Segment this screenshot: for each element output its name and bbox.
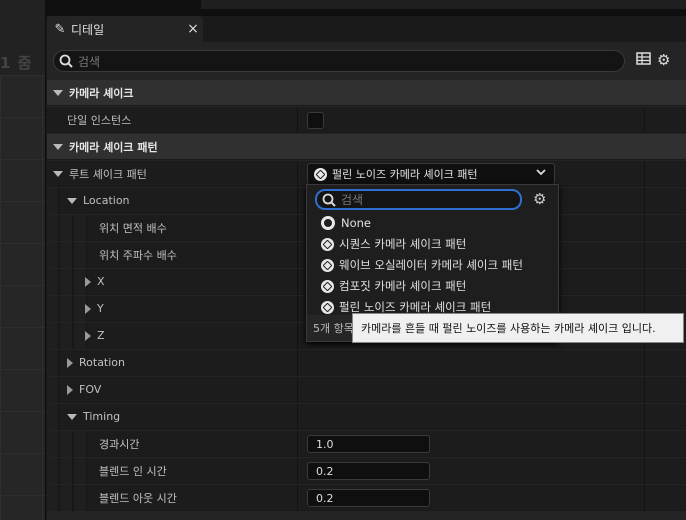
class-icon <box>321 279 334 293</box>
pencil-icon: ✎ <box>54 21 66 37</box>
dropdown-item-wave-oscillator[interactable]: 웨이브 오실레이터 카메라 셰이크 패턴 <box>321 255 523 275</box>
tooltip: 카메라를 흔들 때 펄린 노이즈를 사용하는 카메라 셰이크 입니다. <box>352 313 684 343</box>
details-tab[interactable]: ✎ 디테일 × <box>47 16 203 42</box>
combo-value: 펄린 노이즈 카메라 셰이크 패턴 <box>332 168 478 181</box>
settings-gear-icon[interactable]: ⚙ <box>657 51 670 70</box>
property-label: 블렌드 아웃 시간 <box>99 491 177 505</box>
dropdown-item-composite[interactable]: 컴포짓 카메라 셰이크 패턴 <box>321 276 466 296</box>
search-icon <box>317 193 341 207</box>
category-label: 카메라 셰이크 패턴 <box>69 140 158 154</box>
property-label: 블렌드 인 시간 <box>99 464 167 478</box>
viewport-grid <box>0 75 45 520</box>
property-label: 단일 인스턴스 <box>67 113 132 127</box>
dropdown-item-sequence[interactable]: 시퀀스 카메라 셰이크 패턴 <box>321 234 466 254</box>
property-label: X <box>97 275 105 288</box>
property-label: 루트 셰이크 패턴 <box>69 167 147 181</box>
class-icon <box>321 300 334 314</box>
dropdown-search-input[interactable]: 검색 <box>315 189 522 210</box>
expand-arrow-icon <box>67 384 73 395</box>
tab-title: 디테일 <box>71 22 105 37</box>
group-fov[interactable]: FOV <box>47 377 686 403</box>
zoom-label: 1 줌 <box>0 54 33 72</box>
category-shake-pattern[interactable]: 카메라 셰이크 패턴 <box>47 134 686 160</box>
search-input[interactable]: 검색 <box>53 50 625 72</box>
blend-out-time-field[interactable]: 0.2 <box>307 489 430 507</box>
gear-icon[interactable]: ⚙ <box>533 190 546 208</box>
property-blend-out-time: 블렌드 아웃 시간 0.2 <box>47 485 686 511</box>
expand-arrow-icon <box>85 303 91 314</box>
blend-in-time-field[interactable]: 0.2 <box>307 462 430 480</box>
viewport-background: 1 줌 <box>0 0 46 520</box>
dropdown-item-none[interactable]: None <box>321 213 371 233</box>
property-elapsed-time: 경과시간 1.0 <box>47 431 686 457</box>
dropdown-item-label: 시퀀스 카메라 셰이크 패턴 <box>339 237 467 251</box>
search-icon <box>54 54 78 68</box>
close-icon[interactable]: × <box>183 21 203 37</box>
expand-arrow-icon <box>85 276 91 287</box>
group-label: FOV <box>79 383 102 396</box>
property-blend-in-time: 블렌드 인 시간 0.2 <box>47 458 686 484</box>
expand-arrow-icon <box>53 143 63 150</box>
dropdown-item-label: 컴포짓 카메라 셰이크 패턴 <box>339 279 467 293</box>
search-placeholder: 검색 <box>78 54 101 69</box>
property-label: 위치 면적 배수 <box>99 221 167 235</box>
property-label: Z <box>97 329 105 342</box>
none-circle-icon <box>321 216 335 230</box>
property-label: 경과시간 <box>99 437 140 451</box>
class-icon <box>314 167 327 181</box>
expand-arrow-icon <box>67 197 77 204</box>
top-strip <box>46 0 686 16</box>
property-label: 위치 주파수 배수 <box>99 248 177 262</box>
chevron-down-icon <box>536 167 546 180</box>
table-view-icon[interactable] <box>636 51 651 70</box>
group-label: Location <box>83 194 130 207</box>
class-icon <box>321 237 334 251</box>
expand-arrow-icon <box>67 413 77 420</box>
class-icon <box>321 258 334 272</box>
elapsed-time-field[interactable]: 1.0 <box>307 435 430 453</box>
property-single-instance: 단일 인스턴스 <box>47 107 686 133</box>
expand-arrow-icon <box>53 89 63 96</box>
property-label: Y <box>97 302 104 315</box>
expand-arrow-icon[interactable] <box>53 170 63 177</box>
single-instance-checkbox[interactable] <box>307 112 324 129</box>
category-camera-shake[interactable]: 카메라 셰이크 <box>47 80 686 106</box>
dropdown-item-label: None <box>341 216 372 230</box>
category-label: 카메라 셰이크 <box>69 86 134 100</box>
group-label: Rotation <box>79 356 126 369</box>
expand-arrow-icon <box>85 330 91 341</box>
group-rotation[interactable]: Rotation <box>47 350 686 376</box>
group-label: Timing <box>83 410 121 423</box>
root-shake-pattern-combo[interactable]: 펄린 노이즈 카메라 셰이크 패턴 <box>307 163 555 185</box>
expand-arrow-icon <box>67 357 73 368</box>
dropdown-item-label: 웨이브 오실레이터 카메라 셰이크 패턴 <box>339 258 523 272</box>
group-timing[interactable]: Timing <box>47 404 686 430</box>
dropdown-search-placeholder: 검색 <box>341 193 364 207</box>
